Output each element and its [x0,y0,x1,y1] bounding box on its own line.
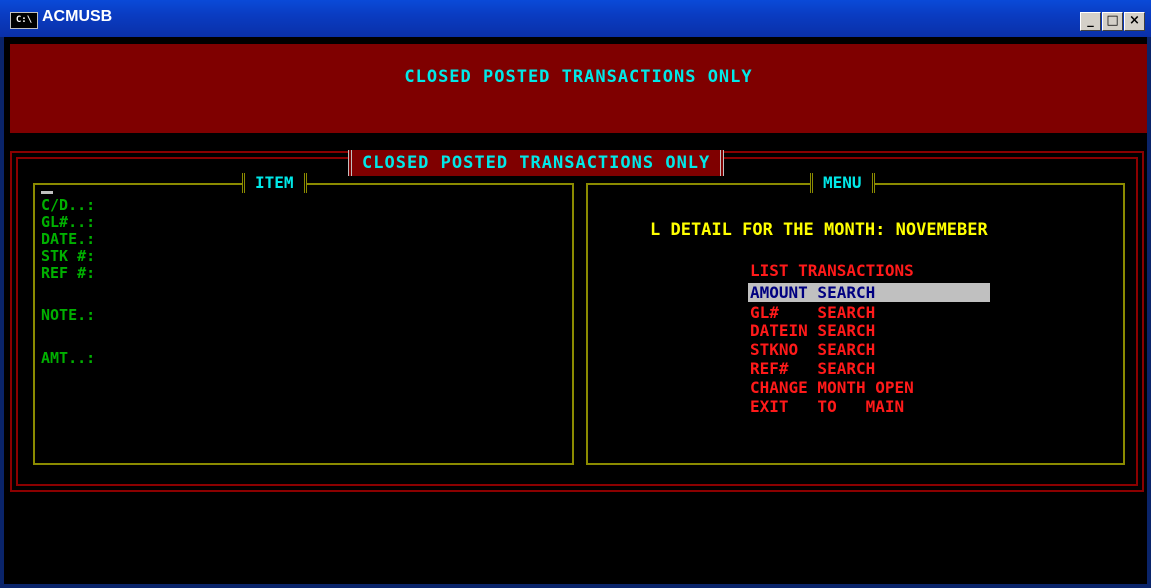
menu-item-gl-search[interactable]: GL# SEARCH [748,303,990,322]
menu-item-exit-to-main[interactable]: EXIT TO MAIN [748,397,990,416]
field-label-stk: STK #: [41,247,96,265]
close-button[interactable]: × [1124,12,1145,31]
window-title: ACMUSB [42,8,113,25]
menu-panel-title: MENU [810,173,875,193]
field-label-note: NOTE.: [41,306,96,324]
field-label-date: DATE.: [41,230,96,248]
month-detail-line: L DETAIL FOR THE MONTH: NOVEMEBER [650,220,988,240]
menu-item-list-transactions[interactable]: LIST TRANSACTIONS [748,261,990,280]
menu-item-change-month[interactable]: CHANGE MONTH OPEN [748,378,990,397]
field-label-amt: AMT..: [41,349,96,367]
field-label-ref: REF #: [41,264,96,282]
banner-text: CLOSED POSTED TRANSACTIONS ONLY [404,67,753,87]
console-app-icon[interactable]: C:\ [10,12,38,29]
field-label-cd: C/D..: [41,196,96,214]
item-panel-title: ITEM [242,173,307,193]
item-panel [33,183,574,465]
console-area[interactable]: CLOSED POSTED TRANSACTIONS ONLY CLOSED P… [4,37,1147,584]
menu-item-amount-search[interactable]: AMOUNT SEARCH [748,283,990,302]
dialog-title: CLOSED POSTED TRANSACTIONS ONLY [348,150,725,176]
header-banner: CLOSED POSTED TRANSACTIONS ONLY [10,44,1147,133]
menu-item-ref-search[interactable]: REF# SEARCH [748,359,990,378]
menu-item-stkno-search[interactable]: STKNO SEARCH [748,340,990,359]
maximize-button[interactable]: □ [1102,12,1123,31]
menu-item-datein-search[interactable]: DATEIN SEARCH [748,321,990,340]
title-bar[interactable]: C:\ ACMUSB _ □ × [0,0,1151,37]
minimize-button[interactable]: _ [1080,12,1101,31]
text-cursor [41,191,53,194]
field-label-gl: GL#..: [41,213,96,231]
